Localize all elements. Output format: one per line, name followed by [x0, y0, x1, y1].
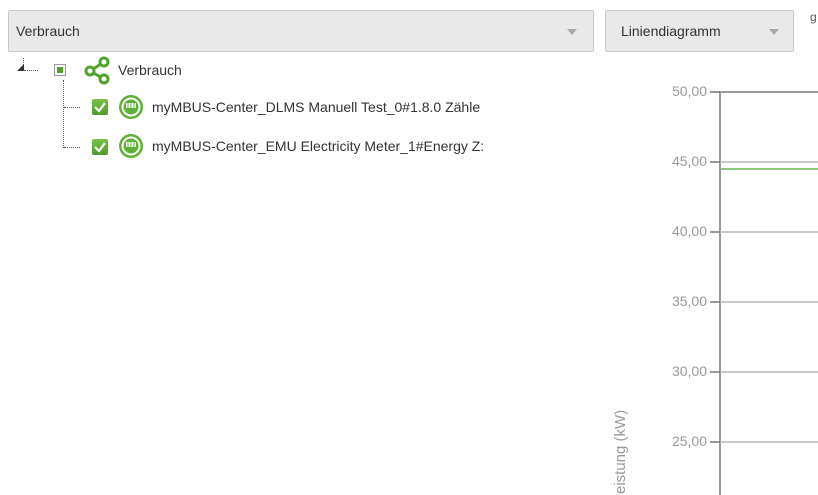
meter-icon [119, 134, 143, 158]
chart-plot [710, 91, 818, 495]
line-chart: 50,00 45,00 40,00 35,00 30,00 25,00 eistung (… [600, 60, 818, 495]
check-icon [94, 142, 106, 153]
tree-connector [64, 107, 80, 108]
tree-connector [24, 70, 38, 71]
plot-frame [719, 91, 818, 495]
chart-type-value: Liniendiagramm [621, 23, 721, 39]
y-tick-label: 25,00 [671, 433, 707, 449]
check-icon [94, 102, 106, 113]
checkbox-checked[interactable] [92, 139, 108, 155]
clipped-header-text: g [810, 10, 817, 24]
y-tick-label: 35,00 [671, 293, 707, 309]
y-tick-label: 50,00 [671, 83, 707, 99]
y-tick-label: 45,00 [671, 153, 707, 169]
chevron-down-icon [769, 29, 779, 35]
tree-connector [63, 80, 64, 148]
tree-node-label: myMBUS-Center_EMU Electricity Meter_1#En… [152, 138, 485, 154]
tree-node-label: Verbrauch [118, 62, 182, 78]
checkbox-checked[interactable] [92, 99, 108, 115]
share-icon [84, 56, 110, 85]
tristate-checkbox[interactable] [54, 64, 66, 76]
tree-expander-icon[interactable] [17, 64, 24, 71]
chart-type-select[interactable]: Liniendiagramm [605, 10, 794, 52]
y-tick-label: 30,00 [671, 363, 707, 379]
tree-connector [64, 147, 80, 148]
meter-icon [119, 95, 143, 119]
tree-node-label: myMBUS-Center_DLMS Manuell Test_0#1.8.0 … [152, 99, 481, 115]
source-tree: Verbrauch myMBUS-Center_DLMS Manuell Tes… [0, 0, 580, 170]
y-tick-label: 40,00 [671, 223, 707, 239]
y-axis-label: eistung (kW) [612, 409, 629, 494]
